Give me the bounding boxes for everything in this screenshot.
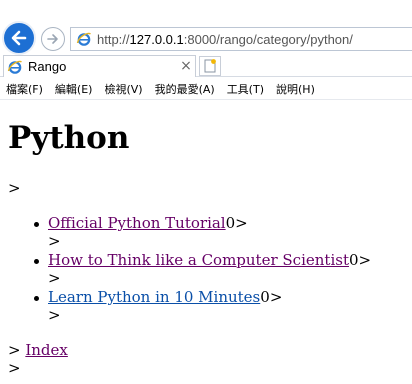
menu-file[interactable]: 檔案(F) (0, 81, 49, 97)
forward-arrow-icon (47, 34, 58, 44)
item-sub-separator: > (48, 269, 61, 287)
bullet (34, 296, 39, 301)
item-sub-separator: > (48, 306, 61, 324)
url-path: :8000/rango/category/python/ (183, 31, 353, 47)
index-link[interactable]: Index (25, 341, 68, 359)
forward-button[interactable] (41, 27, 65, 51)
list-item: Learn Python in 10 Minutes0> (48, 288, 282, 306)
menu-tools[interactable]: 工具(T) (221, 81, 270, 97)
page-title: Python (8, 120, 130, 156)
back-button[interactable] (2, 21, 36, 55)
bullet (34, 222, 39, 227)
view-count: 0 (225, 214, 236, 232)
bullet (34, 259, 39, 264)
page-link[interactable]: Official Python Tutorial (48, 214, 226, 232)
item-suffix: > (235, 214, 248, 232)
menu-bar: 檔案(F) 編輯(E) 檢視(V) 我的最愛(A) 工具(T) 說明(H) (0, 78, 412, 100)
list-item: Official Python Tutorial0> (48, 214, 248, 232)
menu-favorites[interactable]: 我的最愛(A) (149, 81, 221, 97)
tab-close-icon[interactable]: × (179, 58, 193, 74)
url-host: 127.0.0.1 (129, 31, 184, 47)
menu-view[interactable]: 檢視(V) (98, 81, 148, 97)
item-suffix: > (358, 251, 372, 269)
ie-icon (76, 32, 91, 46)
item-suffix: > (269, 288, 283, 306)
item-sub-separator: > (48, 232, 61, 250)
url-prefix: http:// (97, 31, 130, 47)
new-tab-button[interactable] (199, 56, 221, 76)
tab-rango[interactable]: Rango × (3, 55, 196, 77)
tab-title: Rango (28, 59, 67, 74)
tab-bar: Rango × (0, 55, 412, 77)
view-count: 0 (260, 288, 270, 306)
new-tab-icon (204, 59, 216, 73)
page-link[interactable]: How to Think like a Computer Scientist (48, 251, 349, 269)
index-line: > Index (8, 341, 68, 359)
page-content: Python > Official Python Tutorial0> > Ho… (0, 100, 412, 384)
back-arrow-icon (11, 30, 27, 46)
ie-icon (7, 60, 22, 74)
separator: > (8, 179, 21, 197)
address-bar[interactable]: http://127.0.0.1:8000/rango/category/pyt… (70, 27, 412, 51)
browser-chrome: http://127.0.0.1:8000/rango/category/pyt… (0, 0, 412, 100)
tail-separator: > (8, 359, 21, 377)
page-link[interactable]: Learn Python in 10 Minutes (48, 288, 260, 306)
menu-edit[interactable]: 編輯(E) (49, 81, 99, 97)
index-prefix: > (8, 341, 26, 359)
menu-help[interactable]: 說明(H) (270, 81, 321, 97)
view-count: 0 (348, 251, 359, 269)
list-item: How to Think like a Computer Scientist0> (48, 251, 371, 269)
